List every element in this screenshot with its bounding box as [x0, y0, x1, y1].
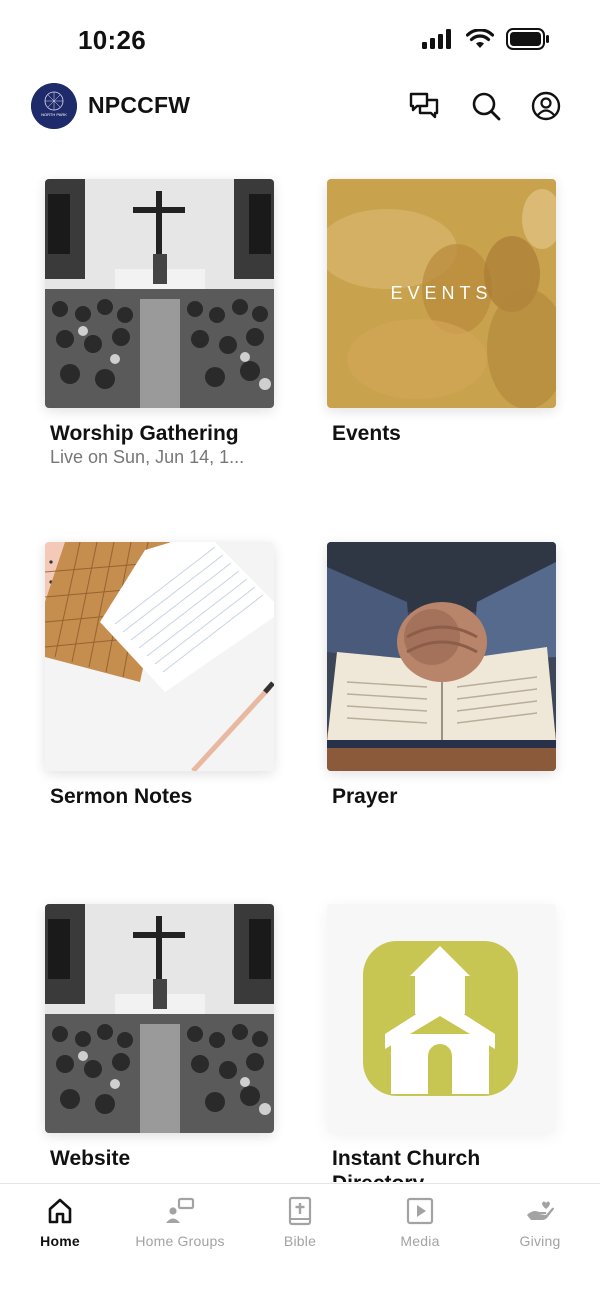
- groups-icon: [166, 1197, 195, 1223]
- prayer-image: [327, 542, 556, 771]
- tab-media[interactable]: Media: [360, 1194, 480, 1249]
- tile-website[interactable]: Website: [45, 904, 275, 1171]
- chat-icon: [409, 92, 439, 119]
- tab-bible[interactable]: Bible: [240, 1194, 360, 1249]
- tile-title: Sermon Notes: [50, 785, 193, 808]
- home-icon: [48, 1198, 72, 1224]
- church-logo-avatar[interactable]: NORTH PARK: [31, 83, 77, 129]
- search-icon: [472, 92, 501, 121]
- events-overlay-text: EVENTS: [390, 283, 493, 303]
- tab-home-groups[interactable]: Home Groups: [120, 1194, 240, 1249]
- tab-label: Media: [400, 1233, 440, 1249]
- sermon-notes-image: [45, 542, 274, 771]
- bottom-tab-bar: Home Home Groups Bible Media Giving: [0, 1183, 600, 1300]
- tab-label: Home: [40, 1233, 80, 1249]
- tab-giving[interactable]: Giving: [480, 1194, 600, 1249]
- tile-title: Prayer: [332, 785, 398, 808]
- tab-label: Home Groups: [135, 1233, 225, 1249]
- bible-icon: [288, 1196, 312, 1226]
- tab-home[interactable]: Home: [0, 1194, 120, 1249]
- tile-title: Website: [50, 1147, 131, 1170]
- tile-events[interactable]: EVENTS Events: [327, 179, 557, 446]
- giving-icon: [527, 1201, 554, 1220]
- tile-prayer[interactable]: Prayer: [327, 542, 557, 809]
- events-image: EVENTS: [327, 179, 556, 408]
- app-header: NORTH PARK NPCCFW: [0, 80, 600, 132]
- directory-image: [327, 904, 556, 1133]
- tile-title: Events: [332, 422, 401, 445]
- tile-grid: Worship Gathering Live on Sun, Jun 14, 1…: [0, 0, 600, 1182]
- media-icon: [406, 1197, 434, 1225]
- tile-worship-gathering[interactable]: Worship Gathering Live on Sun, Jun 14, 1…: [45, 179, 275, 468]
- tab-label: Giving: [519, 1233, 561, 1249]
- profile-button[interactable]: [530, 90, 562, 122]
- tile-sermon-notes[interactable]: Sermon Notes: [45, 542, 275, 809]
- tile-instant-church-directory[interactable]: Instant Church Directory: [327, 904, 557, 1182]
- tab-label: Bible: [283, 1233, 317, 1249]
- user-profile-icon: [531, 91, 561, 121]
- search-button[interactable]: [470, 90, 502, 122]
- messages-button[interactable]: [408, 90, 440, 122]
- website-image: [45, 904, 274, 1133]
- tile-subtitle: Live on Sun, Jun 14, 1...: [50, 447, 245, 467]
- tile-title: Worship Gathering: [50, 422, 239, 445]
- worship-gathering-image: [45, 179, 274, 408]
- tile-title: Instant Church Directory: [332, 1147, 481, 1182]
- app-title: NPCCFW: [88, 92, 191, 118]
- avatar-text: NORTH PARK: [41, 112, 67, 117]
